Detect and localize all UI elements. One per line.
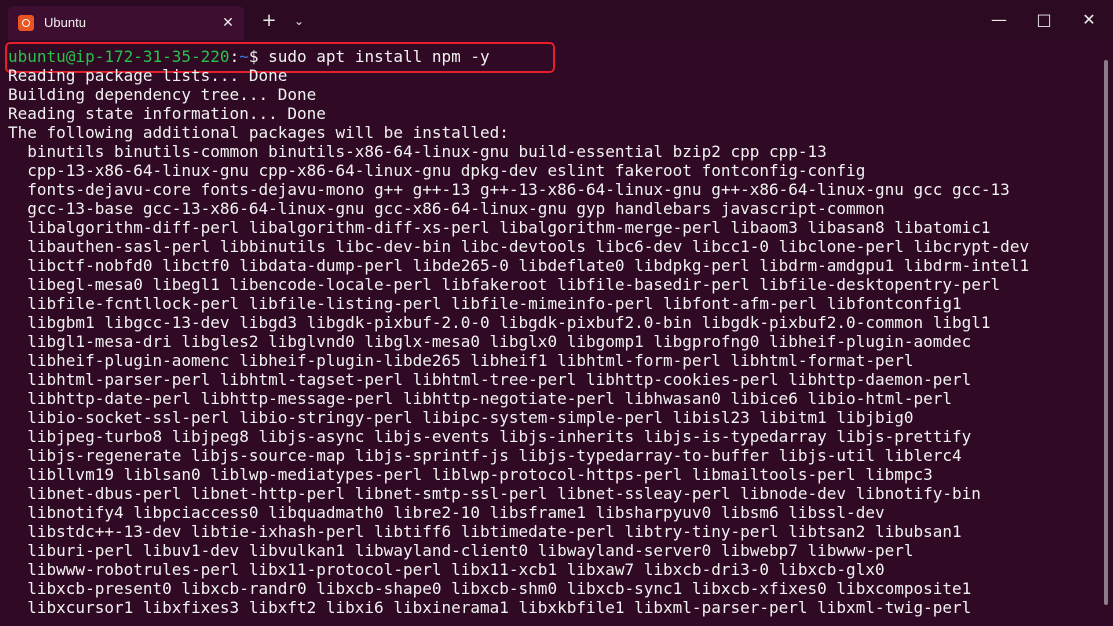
- output-line: Reading state information... Done: [8, 104, 326, 123]
- output-line: Building dependency tree... Done: [8, 85, 317, 104]
- output-line: libgbm1 libgcc-13-dev libgd3 libgdk-pixb…: [8, 313, 991, 332]
- output-line: libstdc++-13-dev libtie-ixhash-perl libt…: [8, 522, 962, 541]
- close-icon[interactable]: ✕: [1076, 8, 1102, 32]
- terminal-window: Ubuntu ✕ + ⌄ — □ ✕ ubuntu@ip-172-31-35-2…: [0, 0, 1113, 626]
- output-line: The following additional packages will b…: [8, 123, 509, 142]
- prompt-user-host: ubuntu@ip-172-31-35-220: [8, 47, 230, 66]
- tab-ubuntu[interactable]: Ubuntu ✕: [8, 6, 244, 40]
- scrollbar[interactable]: [1100, 40, 1113, 626]
- output-line: libxcb-present0 libxcb-randr0 libxcb-sha…: [8, 579, 972, 598]
- chevron-down-icon[interactable]: ⌄: [290, 12, 308, 30]
- output-line: libgl1-mesa-dri libgles2 libglvnd0 libgl…: [8, 332, 972, 351]
- title-bar: Ubuntu ✕ + ⌄ — □ ✕: [0, 0, 1113, 40]
- output-line: libjs-regenerate libjs-source-map libjs-…: [8, 446, 962, 465]
- prompt-line: ubuntu@ip-172-31-35-220:~$ sudo apt inst…: [8, 47, 490, 66]
- output-line: libegl-mesa0 libegl1 libencode-locale-pe…: [8, 275, 1001, 294]
- output-line: libxcursor1 libxfixes3 libxft2 libxi6 li…: [8, 598, 972, 617]
- maximize-icon[interactable]: □: [1031, 8, 1057, 32]
- ubuntu-icon: [18, 15, 34, 31]
- output-line: libfile-fcntllock-perl libfile-listing-p…: [8, 294, 962, 313]
- output-line: liburi-perl libuv1-dev libvulkan1 libway…: [8, 541, 914, 560]
- output-line: libio-socket-ssl-perl libio-stringy-perl…: [8, 408, 914, 427]
- plus-icon[interactable]: +: [259, 11, 279, 31]
- output-line: gcc-13-base gcc-13-x86-64-linux-gnu gcc-…: [8, 199, 885, 218]
- output-line: libheif-plugin-aomenc libheif-plugin-lib…: [8, 351, 914, 370]
- output-line: libhttp-date-perl libhttp-message-perl l…: [8, 389, 953, 408]
- output-line: libctf-nobfd0 libctf0 libdata-dump-perl …: [8, 256, 1030, 275]
- output-line: libjpeg-turbo8 libjpeg8 libjs-async libj…: [8, 427, 972, 446]
- scroll-thumb[interactable]: [1104, 60, 1108, 605]
- output-line: libllvm19 liblsan0 liblwp-mediatypes-per…: [8, 465, 933, 484]
- prompt-directory: ~: [239, 47, 249, 66]
- prompt-separator: :: [229, 47, 240, 66]
- output-line: cpp-13-x86-64-linux-gnu cpp-x86-64-linux…: [8, 161, 866, 180]
- terminal-output[interactable]: ubuntu@ip-172-31-35-220:~$ sudo apt inst…: [0, 40, 1100, 626]
- output-line: libhtml-parser-perl libhtml-tagset-perl …: [8, 370, 972, 389]
- close-icon[interactable]: ✕: [218, 13, 238, 33]
- output-line: binutils binutils-common binutils-x86-64…: [8, 142, 827, 161]
- output-line: Reading package lists... Done: [8, 66, 288, 85]
- output-line: libnet-dbus-perl libnet-http-perl libnet…: [8, 484, 981, 503]
- output-line: libnotify4 libpciaccess0 libquadmath0 li…: [8, 503, 885, 522]
- output-line: libalgorithm-diff-perl libalgorithm-diff…: [8, 218, 991, 237]
- tab-title: Ubuntu: [44, 15, 86, 30]
- output-line: libwww-robotrules-perl libx11-protocol-p…: [8, 560, 885, 579]
- minimize-icon[interactable]: —: [986, 8, 1012, 32]
- output-line: libauthen-sasl-perl libbinutils libc-dev…: [8, 237, 1030, 256]
- output-line: fonts-dejavu-core fonts-dejavu-mono g++ …: [8, 180, 1010, 199]
- command-text: sudo apt install npm -y: [258, 47, 490, 66]
